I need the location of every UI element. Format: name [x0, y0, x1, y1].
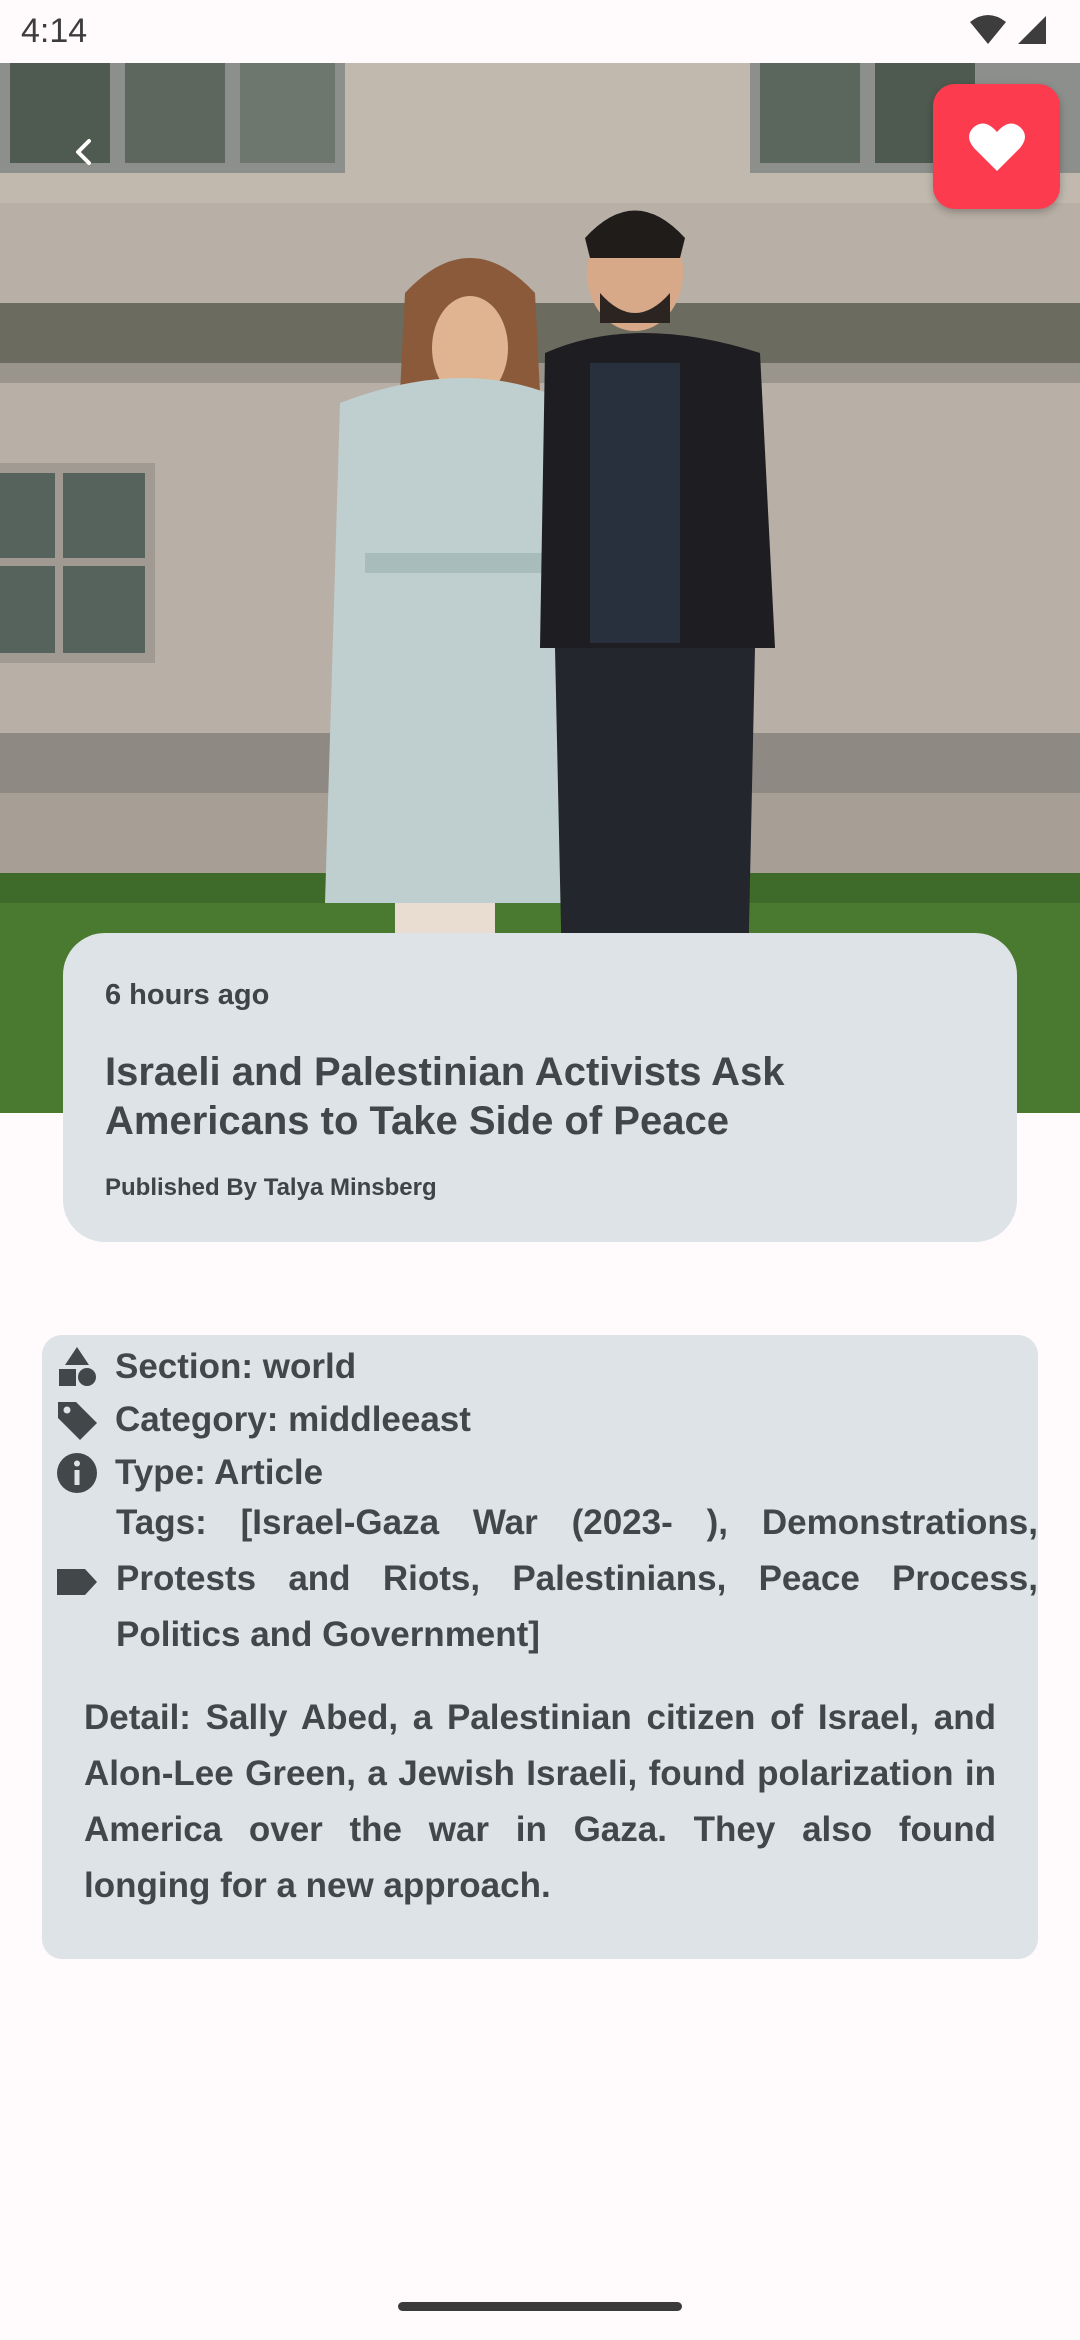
heart-icon: [968, 122, 1025, 171]
headline-card: 6 hours ago Israeli and Palestinian Acti…: [63, 933, 1017, 1242]
article-info-card: Section: world Category: middleeast Type…: [42, 1335, 1038, 1959]
article-detail: Detail: Sally Abed, a Palestinian citize…: [84, 1698, 996, 1905]
published-time: 6 hours ago: [105, 979, 270, 1011]
category-label: Category: middleeast: [115, 1400, 471, 1439]
tags-row: Tags: [Israel-Gaza War (2023- ), Demonst…: [42, 1495, 1038, 1663]
status-icons: [968, 14, 1048, 46]
status-time: 4:14: [21, 12, 88, 50]
cell-signal-icon: [1018, 16, 1046, 44]
home-indicator[interactable]: [398, 2302, 682, 2311]
type-label: Type: Article: [115, 1453, 324, 1492]
wifi-icon: [970, 15, 1006, 44]
back-button[interactable]: [52, 120, 116, 184]
label-icon: [42, 1567, 112, 1597]
status-bar: 4:14: [0, 0, 1080, 63]
article-byline: Published By Talya Minsberg: [105, 1174, 437, 1201]
tags-label: Tags: [Israel-Gaza War (2023- ), Demonst…: [116, 1503, 1038, 1654]
article-title: Israeli and Palestinian Activists Ask Am…: [105, 1050, 785, 1143]
type-row: Type: Article: [42, 1451, 323, 1495]
section-row: Section: world: [42, 1345, 356, 1389]
info-icon: [42, 1451, 112, 1495]
chevron-left-icon: [76, 139, 91, 165]
shapes-icon: [42, 1345, 112, 1389]
category-row: Category: middleeast: [42, 1398, 471, 1442]
section-label: Section: world: [115, 1347, 357, 1386]
tag-icon: [42, 1398, 112, 1442]
favorite-button[interactable]: [933, 84, 1060, 209]
